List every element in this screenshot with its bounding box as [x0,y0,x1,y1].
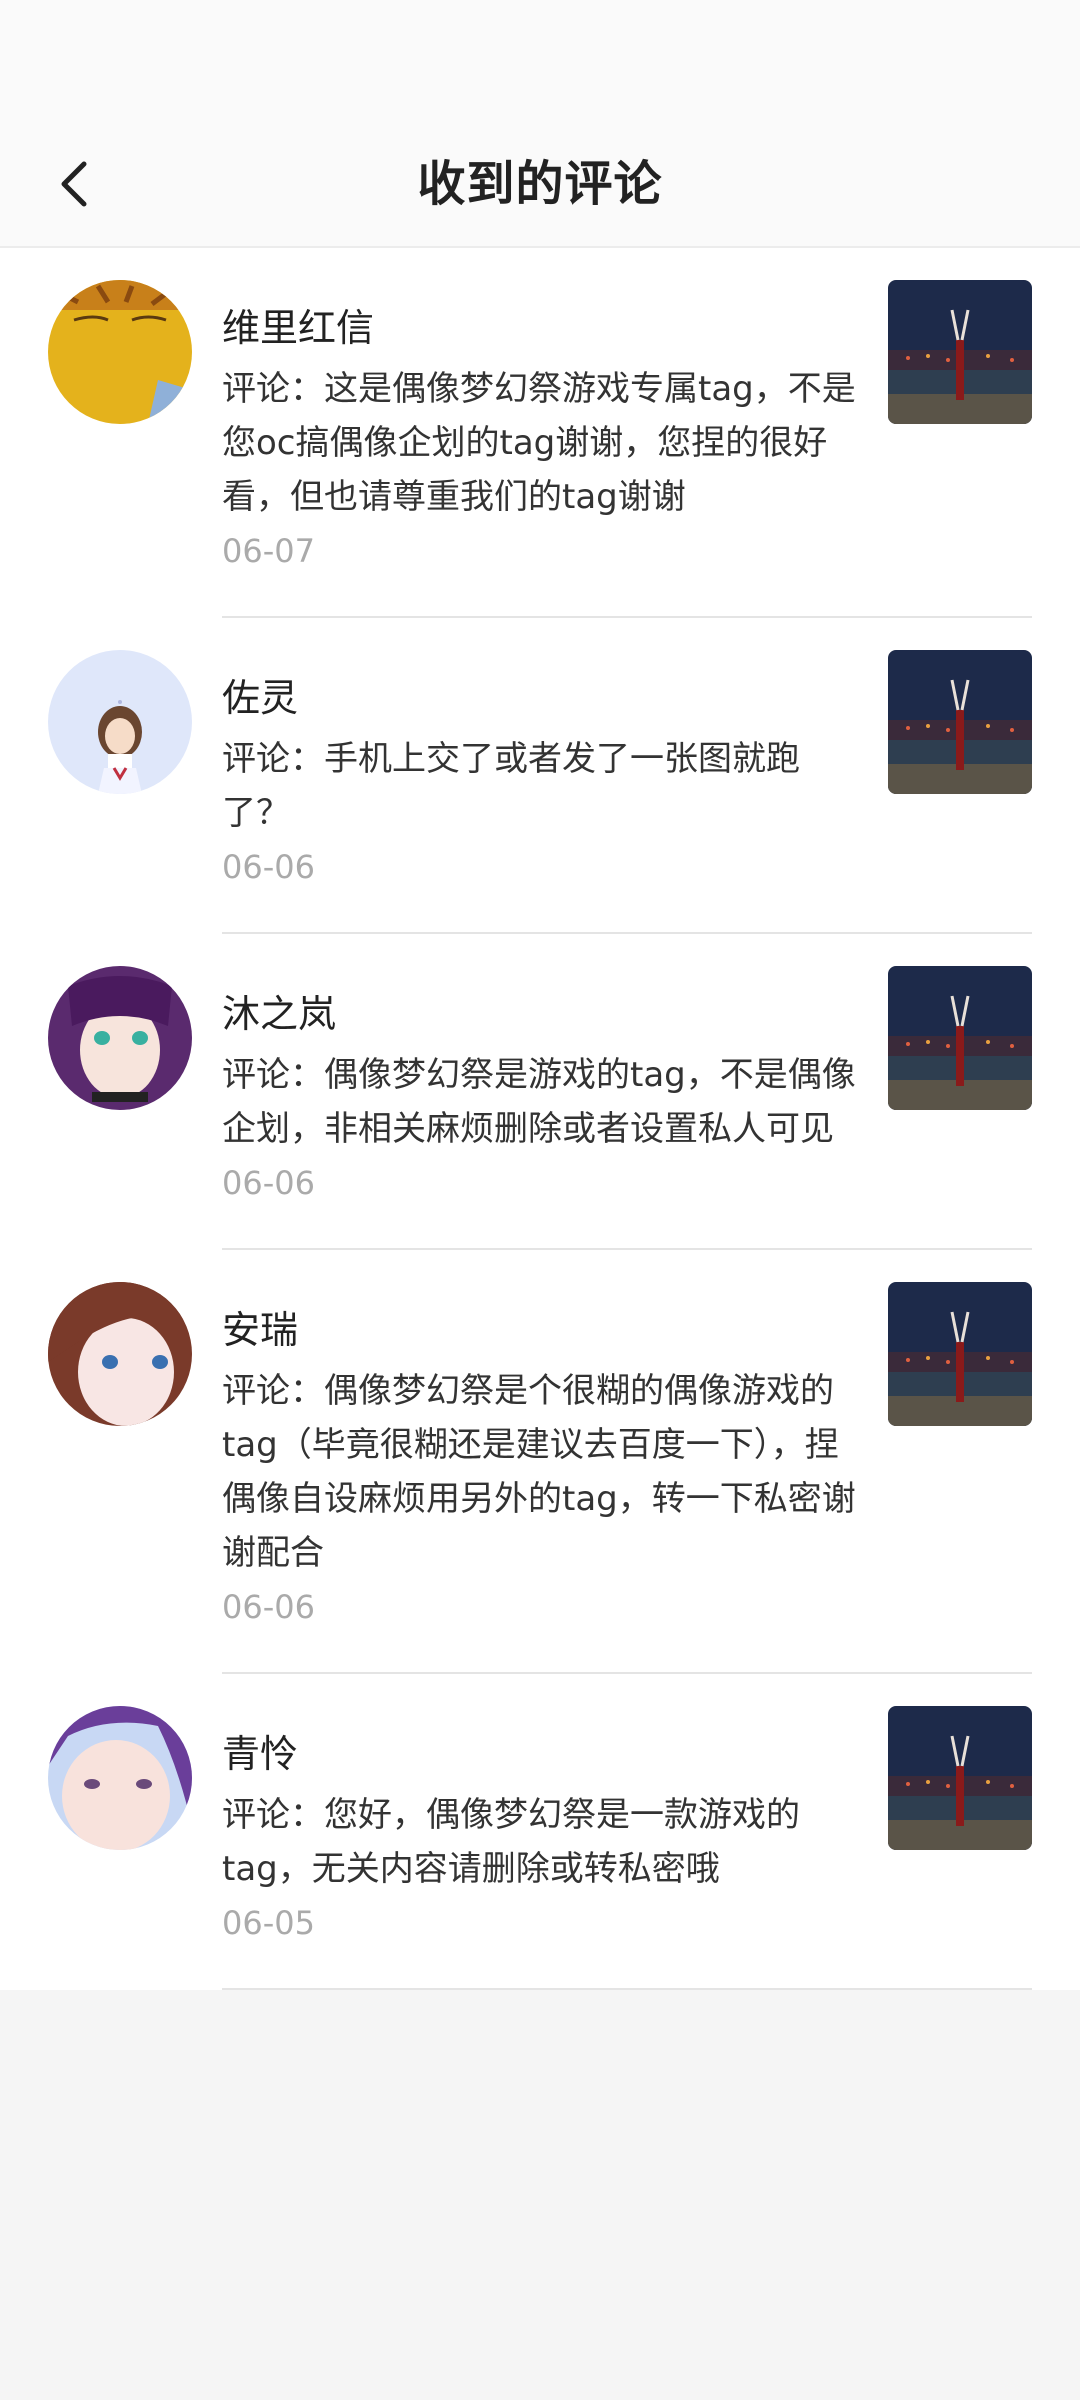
user-name[interactable]: 安瑞 [222,1302,862,1358]
page-title: 收到的评论 [417,156,663,212]
header-bar: 收到的评论 [0,120,1080,248]
comment-date: 06-06 [222,1588,315,1626]
comment-text: 评论：偶像梦幻祭是游戏的tag，不是偶像企划，非相关麻烦删除或者设置私人可见 [222,1055,856,1149]
post-thumbnail[interactable] [888,1706,1032,1850]
user-name[interactable]: 沐之岚 [222,986,862,1042]
comment-text: 评论：手机上交了或者发了一张图就跑了？ [222,739,800,833]
post-thumbnail[interactable] [888,1282,1032,1426]
comment-text: 评论：偶像梦幻祭是个很糊的偶像游戏的tag（毕竟很糊还是建议去百度一下），捏偶像… [222,1371,856,1573]
comment-item[interactable]: 佐灵 评论：手机上交了或者发了一张图就跑了？ 06-06 [0,618,1080,934]
comment-list: 维里红信 评论：这是偶像梦幻祭游戏专属tag，不是您oc搞偶像企划的tag谢谢，… [0,248,1080,1990]
avatar[interactable] [48,1282,192,1426]
comment-text: 评论：您好，偶像梦幻祭是一款游戏的tag，无关内容请删除或转私密哦 [222,1795,800,1889]
user-name[interactable]: 维里红信 [222,300,862,356]
comment-date: 06-06 [222,1164,315,1202]
status-bar [0,0,1080,120]
avatar[interactable] [48,966,192,1110]
comment-item[interactable]: 青怜 评论：您好，偶像梦幻祭是一款游戏的tag，无关内容请删除或转私密哦 06-… [0,1674,1080,1990]
divider [222,1988,1032,1990]
avatar[interactable] [48,650,192,794]
post-thumbnail[interactable] [888,966,1032,1110]
post-thumbnail[interactable] [888,280,1032,424]
comment-date: 06-06 [222,848,315,886]
comment-date: 06-05 [222,1904,315,1942]
comment-text: 评论：这是偶像梦幻祭游戏专属tag，不是您oc搞偶像企划的tag谢谢，您捏的很好… [222,369,856,517]
avatar[interactable] [48,1706,192,1850]
user-name[interactable]: 青怜 [222,1726,862,1782]
comment-item[interactable]: 维里红信 评论：这是偶像梦幻祭游戏专属tag，不是您oc搞偶像企划的tag谢谢，… [0,248,1080,618]
comment-item[interactable]: 沐之岚 评论：偶像梦幻祭是游戏的tag，不是偶像企划，非相关麻烦删除或者设置私人… [0,934,1080,1250]
avatar[interactable] [48,280,192,424]
comment-date: 06-07 [222,532,315,570]
user-name[interactable]: 佐灵 [222,670,862,726]
comment-item[interactable]: 安瑞 评论：偶像梦幻祭是个很糊的偶像游戏的tag（毕竟很糊还是建议去百度一下），… [0,1250,1080,1674]
post-thumbnail[interactable] [888,650,1032,794]
